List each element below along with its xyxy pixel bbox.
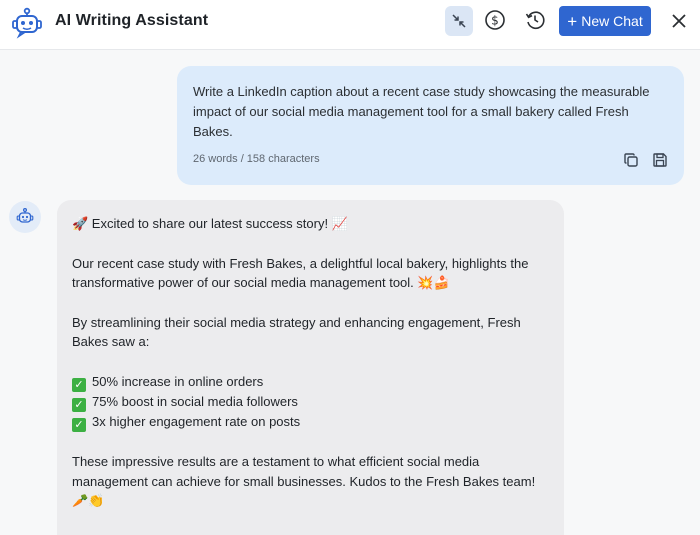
collapse-button[interactable] [445, 6, 473, 36]
new-chat-label: New Chat [581, 13, 643, 29]
checkmark-icon: ✓ [72, 377, 86, 392]
carrot-clap-emoji: 🥕👏 [72, 494, 105, 510]
assistant-paragraph-2: By streamlining their social media strat… [72, 314, 521, 350]
collapse-icon [452, 14, 466, 28]
results-list: ✓ 50% increase in online orders ✓ 75% boos… [72, 372, 549, 432]
plus-icon: + [567, 11, 578, 31]
list-item: ✓ 3x higher engagement rate on posts [72, 412, 549, 432]
robot-logo-icon [9, 5, 45, 41]
list-item: ✓ 50% increase in online orders [72, 372, 549, 392]
new-chat-button[interactable]: + New Chat [559, 6, 651, 36]
assistant-avatar [9, 201, 41, 233]
history-icon [525, 11, 545, 30]
assistant-message: 🚀 Excited to share our latest success st… [57, 200, 564, 535]
assistant-intro: 🚀 Excited to share our latest success st… [72, 216, 348, 231]
save-icon [653, 153, 667, 167]
copy-icon [624, 153, 638, 167]
app-title: AI Writing Assistant [55, 12, 209, 29]
assistant-paragraph-1: Our recent case study with Fresh Bakes, … [72, 255, 529, 291]
dollar-icon: $ [485, 10, 505, 30]
close-icon [672, 14, 686, 28]
save-button[interactable] [652, 152, 668, 168]
assistant-paragraph-3: These impressive results are a testament… [72, 453, 536, 510]
copy-button[interactable] [623, 152, 639, 168]
checkmark-icon: ✓ [72, 417, 86, 432]
close-button[interactable] [665, 7, 693, 35]
user-message: Write a LinkedIn caption about a recent … [177, 66, 684, 185]
app-header: AI Writing Assistant $ + New Chat [0, 0, 700, 50]
word-count: 26 words / 158 characters [193, 153, 320, 165]
robot-icon [16, 208, 34, 223]
svg-text:$: $ [491, 14, 499, 28]
history-button[interactable] [521, 6, 549, 34]
pricing-button[interactable]: $ [481, 6, 509, 34]
checkmark-icon: ✓ [72, 397, 86, 412]
list-item: ✓ 75% boost in social media followers [72, 392, 549, 412]
user-message-text: Write a LinkedIn caption about a recent … [193, 84, 650, 139]
